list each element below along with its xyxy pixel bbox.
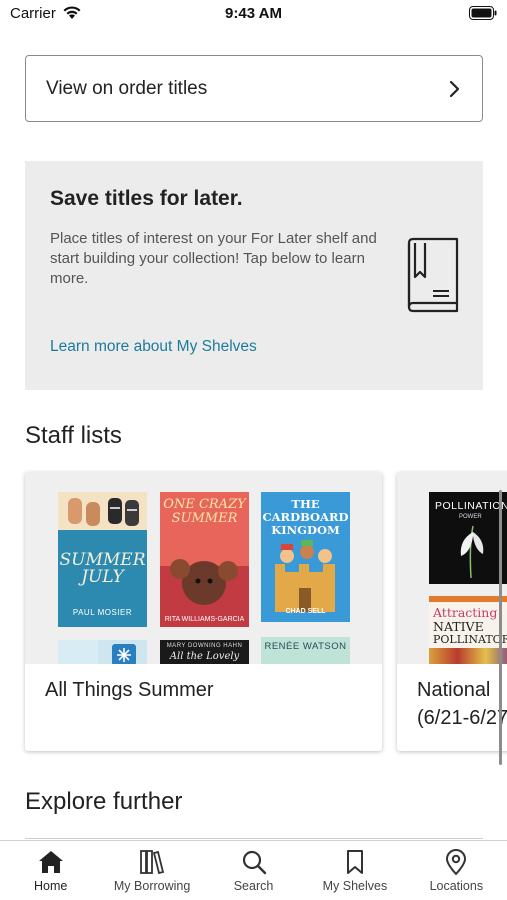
tab-search[interactable]: Search bbox=[203, 841, 304, 900]
bookmarked-book-icon bbox=[407, 237, 459, 313]
location-pin-icon bbox=[446, 849, 467, 875]
tab-my-shelves[interactable]: My Shelves bbox=[304, 841, 405, 900]
horizontal-scroll-indicator bbox=[499, 490, 502, 765]
staff-list-title-line1: National bbox=[417, 679, 491, 701]
battery-icon bbox=[469, 6, 497, 20]
cover-author-text: MARY DOWNING HAHN bbox=[166, 643, 243, 649]
home-icon bbox=[38, 851, 63, 873]
cover-photo-strip bbox=[429, 648, 507, 664]
book-cover-snowflake bbox=[58, 640, 147, 664]
staff-list-title-line2: (6/21-6/27) bbox=[417, 707, 507, 729]
save-card-title: Save titles for later. bbox=[50, 187, 243, 210]
cover-author-text: CHAD SELL bbox=[285, 608, 326, 615]
cover-title-line: NATIVE bbox=[433, 619, 484, 634]
status-bar: Carrier 9:43 AM bbox=[0, 0, 507, 30]
tab-locations[interactable]: Locations bbox=[406, 841, 507, 900]
cover-author-text: RENÉE WATSON bbox=[264, 641, 347, 652]
tab-label: My Borrowing bbox=[113, 879, 191, 893]
book-cover-pollination-power: POLLINATION POWER bbox=[429, 492, 507, 584]
search-icon bbox=[242, 850, 266, 875]
tab-label: My Shelves bbox=[322, 879, 388, 893]
book-cover-renee-watson: RENÉE WATSON bbox=[261, 637, 350, 664]
tab-label: Search bbox=[233, 879, 274, 893]
cover-title-text: SUMMER JULY bbox=[59, 550, 146, 587]
staff-list-card-national[interactable]: POLLINATION POWER Attracting NATIVE POLL… bbox=[397, 472, 507, 751]
bottom-tab-bar: Home My Borrowing Search My Shelves Loca… bbox=[0, 840, 507, 900]
staff-list-covers: POLLINATION POWER Attracting NATIVE POLL… bbox=[397, 472, 507, 664]
learn-more-my-shelves-link[interactable]: Learn more about My Shelves bbox=[50, 338, 257, 356]
cover-title-text: All the Lovely bbox=[169, 651, 240, 662]
save-for-later-card: Save titles for later. Place titles of i… bbox=[25, 161, 483, 390]
cover-title-text: ONE CRAZY SUMMER bbox=[163, 497, 246, 526]
book-cover-summer-july: SUMMER JULY PAUL MOSIER bbox=[58, 492, 147, 627]
cover-title-line: Attracting bbox=[433, 605, 498, 620]
tab-home[interactable]: Home bbox=[0, 841, 101, 900]
staff-list-title: All Things Summer bbox=[45, 679, 214, 701]
castle-illustration bbox=[275, 540, 335, 612]
cover-band bbox=[429, 596, 507, 602]
order-row-label: View on order titles bbox=[46, 77, 208, 99]
save-card-description: Place titles of interest on your For Lat… bbox=[50, 230, 377, 287]
book-cover-cardboard-kingdom: THE CARDBOARD KINGDOM CHAD SELL bbox=[261, 492, 350, 622]
cover-title-text: THE CARDBOARD KINGDOM bbox=[262, 497, 349, 537]
cover-subtitle-text: POWER bbox=[459, 514, 482, 520]
staff-list-card-all-things-summer[interactable]: SUMMER JULY PAUL MOSIER ONE CRAZY SUMMER… bbox=[25, 472, 382, 751]
explore-further-heading: Explore further bbox=[25, 788, 183, 815]
tab-my-borrowing[interactable]: My Borrowing bbox=[101, 841, 202, 900]
book-cover-attracting-native-pollinators: Attracting NATIVE POLLINATORS bbox=[429, 596, 507, 664]
chevron-right-icon bbox=[449, 80, 460, 97]
staff-list-title: National (6/21-6/27) bbox=[417, 676, 507, 732]
snowflake-icon bbox=[58, 640, 136, 664]
feet-illustration bbox=[68, 498, 139, 526]
view-on-order-titles-button[interactable]: View on order titles bbox=[25, 55, 483, 122]
cover-author-text: PAUL MOSIER bbox=[72, 608, 133, 617]
books-icon bbox=[140, 850, 165, 875]
cover-title-text: POLLINATION bbox=[435, 500, 507, 512]
book-cover-one-crazy-summer: ONE CRAZY SUMMER RITA WILLIAMS-GARCIA bbox=[160, 492, 249, 627]
flower-illustration bbox=[460, 525, 484, 579]
cover-author-text: RITA WILLIAMS-GARCIA bbox=[164, 616, 245, 623]
staff-lists-heading: Staff lists bbox=[25, 422, 122, 449]
status-time: 9:43 AM bbox=[225, 5, 282, 22]
tab-label: Locations bbox=[429, 879, 484, 893]
faces-illustration bbox=[170, 559, 238, 605]
book-cover-all-the-lovely: MARY DOWNING HAHN All the Lovely bbox=[160, 640, 249, 664]
tab-label: Home bbox=[34, 879, 68, 893]
cover-title-line: POLLINATORS bbox=[433, 633, 507, 646]
bookmark-icon bbox=[346, 850, 363, 874]
explore-divider bbox=[25, 838, 483, 839]
staff-list-covers: SUMMER JULY PAUL MOSIER ONE CRAZY SUMMER… bbox=[25, 472, 382, 664]
